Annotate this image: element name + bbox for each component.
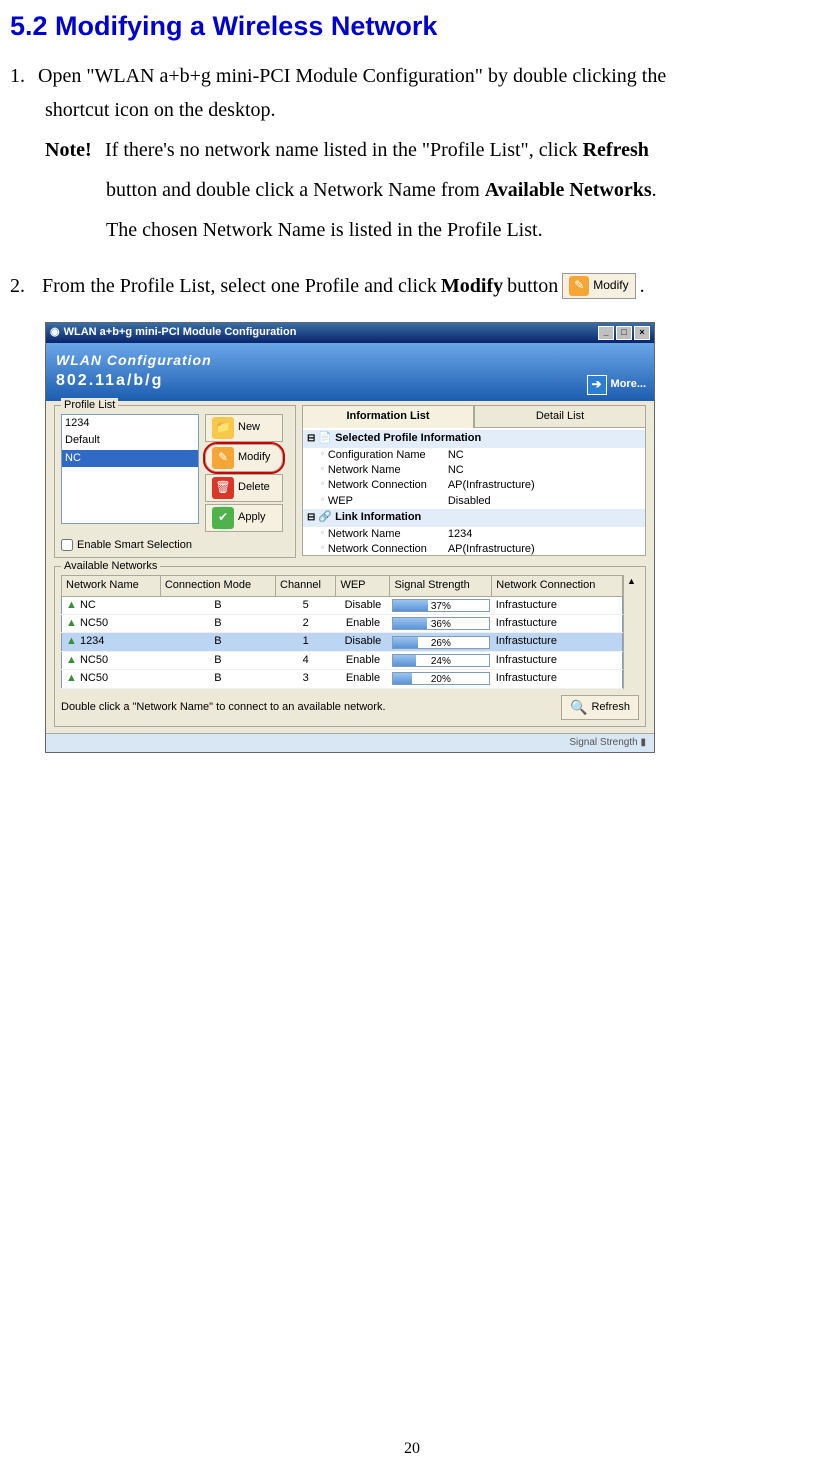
folder-icon: 📁: [212, 417, 234, 439]
close-button[interactable]: ×: [634, 326, 650, 340]
profile-item-nc[interactable]: NC: [62, 450, 198, 467]
apply-button[interactable]: ✔ Apply: [205, 504, 283, 532]
networks-table[interactable]: Network Name Connection Mode Channel WEP…: [61, 575, 623, 688]
network-row[interactable]: ▲ NC50B4Enable24%Infrastucture: [62, 651, 623, 669]
info-row: Network ConnectionAP(Infrastructure): [303, 542, 645, 556]
step-1: 1.Open "WLAN a+b+g mini-PCI Module Confi…: [10, 62, 814, 250]
status-label: Signal Strength: [569, 737, 637, 748]
modify-icon: ✎: [569, 276, 589, 296]
info-panel: Information List Detail List 📄Selected P…: [302, 405, 646, 558]
banner-title: WLAN Configuration: [56, 351, 644, 371]
info-row: Network Name1234: [303, 527, 645, 542]
step-2-period: .: [640, 272, 645, 300]
delete-button[interactable]: 🗑 Delete: [205, 474, 283, 502]
section-heading: 5.2 Modifying a Wireless Network: [10, 8, 814, 46]
window-title: WLAN a+b+g mini-PCI Module Configuration: [64, 325, 297, 340]
info-row: Network NameNC: [303, 463, 645, 478]
networks-hint: Double click a "Network Name" to connect…: [61, 700, 386, 715]
new-button[interactable]: 📁 New: [205, 414, 283, 442]
available-networks-group: Available Networks Network Name Connecti…: [54, 566, 646, 727]
step-2-text-c: button: [507, 272, 558, 300]
page-number: 20: [0, 1438, 824, 1460]
info-treeview[interactable]: 📄Selected Profile Information Configurat…: [302, 428, 646, 556]
tab-information-list[interactable]: Information List: [302, 405, 474, 428]
refresh-button-label: Refresh: [591, 700, 630, 715]
modify-button-inline[interactable]: ✎ Modify: [562, 273, 635, 299]
check-icon: ✔: [212, 507, 234, 529]
step-1-line1a: Open "WLAN a+b+g mini-PCI Module Configu…: [38, 65, 666, 87]
info-header-profile[interactable]: 📄Selected Profile Information: [303, 430, 645, 447]
arrow-right-icon: ➔: [587, 375, 607, 395]
available-networks-legend: Available Networks: [61, 559, 160, 574]
profile-list-group: Profile List 1234 Default NC 📁 New ✎ Mod…: [54, 405, 296, 558]
col-channel[interactable]: Channel: [276, 576, 336, 596]
modify-button-inline-label: Modify: [593, 277, 628, 294]
profile-list-legend: Profile List: [61, 398, 118, 413]
info-row: Network ConnectionAP(Infrastructure): [303, 478, 645, 493]
smart-selection-label: Enable Smart Selection: [77, 538, 192, 553]
note-line2a: button and double click a Network Name f…: [106, 179, 485, 201]
maximize-button[interactable]: □: [616, 326, 632, 340]
delete-button-label: Delete: [238, 480, 270, 495]
step-2-number: 2.: [10, 272, 38, 300]
col-connection-mode[interactable]: Connection Mode: [160, 576, 275, 596]
banner: WLAN Configuration 802.11a/b/g ➔ More...: [46, 343, 654, 401]
app-icon: ◉: [50, 325, 60, 340]
network-row[interactable]: ▲ 1234B1Disable26%Infrastucture: [62, 633, 623, 651]
note-line2c: .: [652, 179, 657, 201]
info-row: WEPDisabled: [303, 494, 645, 509]
profile-listbox[interactable]: 1234 Default NC: [61, 414, 199, 524]
apply-button-label: Apply: [238, 510, 266, 525]
more-button[interactable]: ➔ More...: [587, 375, 646, 395]
step-2-modify-bold: Modify: [441, 272, 503, 300]
modify-icon: ✎: [212, 447, 234, 469]
banner-subtitle: 802.11a/b/g: [56, 370, 644, 392]
more-label: More...: [611, 377, 646, 392]
new-button-label: New: [238, 420, 260, 435]
step-1-number: 1.: [10, 62, 38, 90]
wlan-config-window: ◉ WLAN a+b+g mini-PCI Module Configurati…: [45, 322, 655, 753]
note-line1a: If there's no network name listed in the…: [105, 139, 583, 161]
minimize-button[interactable]: _: [598, 326, 614, 340]
step-2-text-a: From the Profile List, select one Profil…: [42, 272, 437, 300]
smart-selection-checkbox[interactable]: [61, 539, 73, 551]
status-bar: Signal Strength ▮: [46, 733, 654, 752]
profile-item-1234[interactable]: 1234: [62, 415, 198, 432]
network-row[interactable]: ▲ NCB5Disable37%Infrastucture: [62, 596, 623, 614]
note-available-bold: Available Networks: [485, 179, 652, 201]
table-scrollbar[interactable]: ▲: [623, 575, 639, 688]
col-network-connection[interactable]: Network Connection: [492, 576, 623, 596]
step-1-line1b: shortcut icon on the desktop.: [10, 90, 814, 130]
refresh-button[interactable]: 🔍 Refresh: [561, 695, 639, 721]
col-wep[interactable]: WEP: [336, 576, 390, 596]
refresh-icon: 🔍: [570, 698, 587, 718]
network-row[interactable]: ▲ NC50B2Enable36%Infrastucture: [62, 614, 623, 632]
col-network-name[interactable]: Network Name: [62, 576, 161, 596]
modify-button[interactable]: ✎ Modify: [205, 444, 283, 472]
info-header-link[interactable]: 🔗Link Information: [303, 509, 645, 526]
tab-detail-list[interactable]: Detail List: [474, 405, 646, 428]
modify-button-label: Modify: [238, 450, 270, 465]
profile-item-default[interactable]: Default: [62, 432, 198, 449]
note-line3: The chosen Network Name is listed in the…: [10, 210, 814, 250]
info-row: Configuration NameNC: [303, 448, 645, 463]
enable-smart-selection[interactable]: Enable Smart Selection: [61, 538, 289, 553]
note-label: Note!: [45, 130, 100, 170]
window-titlebar: ◉ WLAN a+b+g mini-PCI Module Configurati…: [46, 323, 654, 343]
note-refresh-bold: Refresh: [583, 139, 649, 161]
col-signal-strength[interactable]: Signal Strength: [390, 576, 492, 596]
step-2: 2. From the Profile List, select one Pro…: [10, 272, 814, 300]
trash-icon: 🗑: [212, 477, 234, 499]
network-row[interactable]: ▲ NC50B3Enable20%Infrastucture: [62, 670, 623, 688]
